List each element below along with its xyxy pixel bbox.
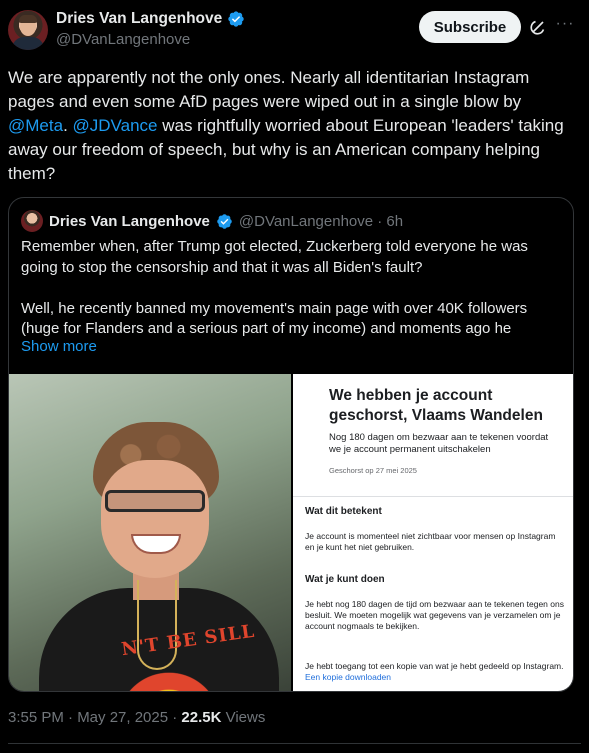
quoted-post-header: Dries Van Langenhove @DVanLangenhove · 6… [21, 210, 403, 232]
divider [8, 743, 581, 744]
quoted-post-text: Remember when, after Trump got elected, … [21, 238, 528, 337]
mention-jdvance[interactable]: @JDVance [73, 116, 158, 135]
more-icon[interactable]: ··· [555, 16, 575, 36]
quoted-photo[interactable]: N'T BE SILL [9, 374, 291, 691]
author-handle[interactable]: @DVanLangenhove [56, 31, 245, 48]
quoted-screenshot[interactable]: We hebben je account geschorst, Vlaams W… [293, 374, 573, 691]
author-name[interactable]: Dries Van Langenhove [56, 10, 222, 28]
views-count: 22.5K [181, 709, 222, 726]
quoted-post[interactable]: Dries Van Langenhove @DVanLangenhove · 6… [8, 197, 574, 692]
subscribe-button[interactable]: Subscribe [419, 11, 521, 43]
verified-badge-icon [228, 11, 244, 27]
screenshot-subtitle: Nog 180 dagen om bezwaar aan te tekenen … [329, 432, 549, 455]
quoted-author-name: Dries Van Langenhove [49, 212, 210, 230]
screenshot-section-text: Je account is momenteel niet zichtbaar v… [305, 531, 556, 552]
author-avatar[interactable] [8, 10, 48, 50]
mention-meta[interactable]: @Meta [8, 116, 63, 135]
author-block: Dries Van Langenhove @DVanLangenhove [56, 10, 245, 48]
verified-badge-icon [217, 213, 232, 229]
screenshot-date: Geschorst op 27 mei 2025 [329, 466, 417, 475]
screenshot-section-text: Je hebt toegang tot een kopie van wat je… [305, 661, 564, 682]
grok-icon[interactable] [528, 17, 548, 37]
post-timestamp[interactable]: 3:55 PM · May 27, 2025 · [8, 709, 181, 726]
post-header: Dries Van Langenhove @DVanLangenhove Sub… [8, 8, 581, 58]
views-label: Views [221, 709, 266, 726]
post-meta: 3:55 PM · May 27, 2025 · 22.5K Views [8, 709, 265, 726]
post-text: We are apparently not the only ones. Nea… [8, 68, 564, 183]
screenshot-section-text: Je hebt nog 180 dagen de tijd om bezwaar… [305, 599, 564, 631]
quoted-author-avatar [21, 210, 43, 232]
download-copy-link: Een kopie downloaden [305, 672, 392, 682]
screenshot-section-title: Wat dit betekent [305, 506, 382, 517]
screenshot-section-title: Wat je kunt doen [305, 574, 385, 585]
screenshot-title: We hebben je account geschorst, Vlaams W… [329, 387, 543, 424]
quoted-author-handle: @DVanLangenhove · 6h [238, 212, 404, 230]
screenshot-divider [293, 496, 573, 497]
show-more-link[interactable]: Show more [21, 338, 97, 355]
